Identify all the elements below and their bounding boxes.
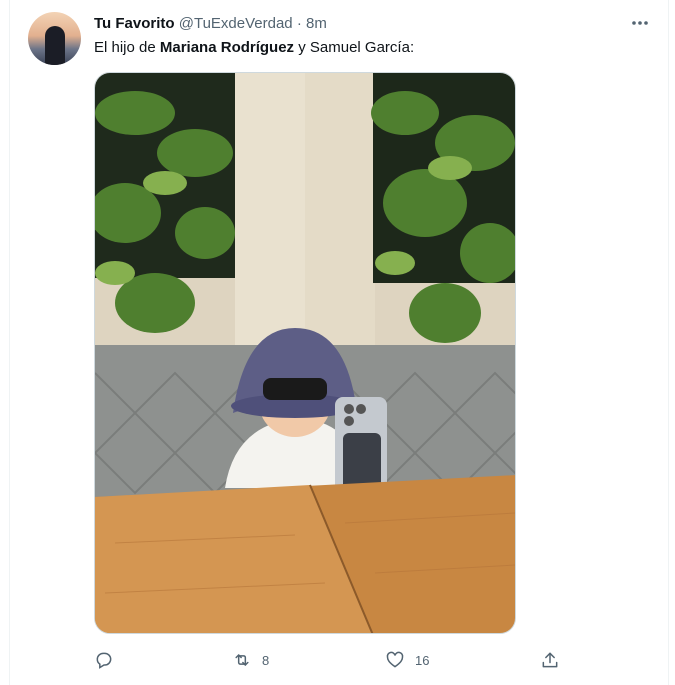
tweet-text: El hijo de Mariana Rodríguez y Samuel Ga… [94,39,414,56]
retweet-icon [235,654,249,666]
avatar[interactable] [28,12,81,65]
reply-icon [96,652,112,669]
author-name[interactable]: Tu Favorito [94,15,175,32]
retweet-button[interactable]: 8 [232,648,269,672]
photo-illustration [95,73,515,633]
tweet-text-mention: Mariana Rodríguez [159,39,295,56]
avatar-figure [45,26,65,65]
reply-button[interactable] [94,648,124,672]
tweet-media-photo[interactable] [94,72,516,634]
tweet-header: Tu Favorito @TuExdeVerdad · 8m [94,15,327,32]
heart-icon [386,651,404,668]
share-button[interactable] [540,648,570,672]
share-icon [542,652,558,668]
separator-dot: · [296,15,302,32]
tweet-text-suffix: y Samuel García: [294,39,415,56]
tweet-time[interactable]: 8m [306,15,327,32]
more-horizontal-icon [632,21,648,25]
more-options-button[interactable] [628,11,652,35]
tweet-actions: 8 16 [94,648,564,672]
author-handle[interactable]: @TuExdeVerdad [179,15,293,32]
retweet-count: 8 [262,652,270,668]
like-button[interactable]: 16 [385,648,429,672]
tweet-text-prefix: El hijo de [94,39,160,56]
like-count: 16 [415,652,430,668]
